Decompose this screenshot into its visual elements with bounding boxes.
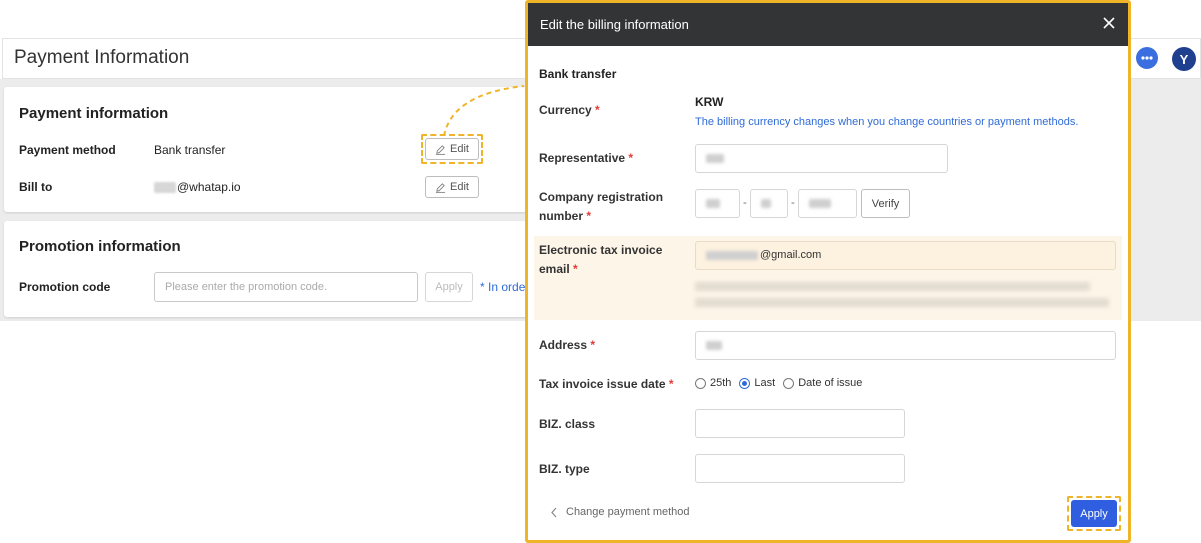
apply-button[interactable]: Apply <box>1071 500 1117 527</box>
promotion-apply-button[interactable]: Apply <box>425 272 473 302</box>
connector-curve <box>443 85 525 137</box>
bill-to-value: @whatap.io <box>154 180 241 194</box>
payment-page: Payment Information Y Payment informatio… <box>0 0 1201 543</box>
pencil-icon <box>435 144 446 155</box>
biz-class-label: BIZ. class <box>539 417 596 431</box>
email-help-text-redacted <box>695 282 1109 314</box>
redacted-text <box>706 250 758 260</box>
edit-bill-to-button[interactable]: Edit <box>425 176 479 198</box>
radio-circle-icon <box>695 377 706 389</box>
redacted-text <box>706 340 722 350</box>
payment-card-heading: Payment information <box>19 105 169 122</box>
reg-number-part-1[interactable] <box>695 189 740 218</box>
page-title: Payment Information <box>14 47 190 68</box>
currency-note: The billing currency changes when you ch… <box>695 116 1079 128</box>
reg-number-part-2[interactable] <box>750 189 788 218</box>
currency-value: KRW <box>695 95 724 109</box>
address-input[interactable] <box>695 331 1116 360</box>
chat-bubble-icon[interactable] <box>1136 47 1158 69</box>
reg-number-part-3[interactable] <box>798 189 857 218</box>
separator: - <box>791 197 795 209</box>
bill-to-email: @whatap.io <box>177 180 241 194</box>
edit-label: Edit <box>450 143 469 155</box>
payment-method-value: Bank transfer <box>154 143 226 157</box>
tax-invoice-email-input[interactable]: @gmail.com <box>695 241 1116 270</box>
currency-label: Currency * <box>539 103 600 117</box>
promotion-note: * In orde <box>480 280 526 294</box>
payment-method-label: Payment method <box>19 143 116 157</box>
section-title: Bank transfer <box>539 67 617 81</box>
representative-label: Representative * <box>539 151 634 165</box>
tax-invoice-email-label: Electronic tax invoice email * <box>539 243 663 276</box>
separator: - <box>743 197 747 209</box>
change-payment-method-link[interactable]: Change payment method <box>550 506 690 518</box>
biz-type-label: BIZ. type <box>539 462 590 476</box>
radio-25th[interactable]: 25th <box>695 377 731 389</box>
chevron-left-icon <box>551 507 557 517</box>
promotion-code-input[interactable]: Please enter the promotion code. <box>154 272 418 302</box>
edit-label: Edit <box>450 181 469 193</box>
bill-to-label: Bill to <box>19 180 53 194</box>
pencil-icon <box>435 182 446 193</box>
radio-circle-icon <box>783 377 795 389</box>
biz-class-input[interactable] <box>695 409 905 438</box>
promotion-information-card: Promotion information Promotion code Ple… <box>4 221 544 317</box>
radio-date-of-issue[interactable]: Date of issue <box>783 377 862 389</box>
representative-input[interactable] <box>695 144 948 173</box>
change-payment-method-label: Change payment method <box>566 506 690 518</box>
company-registration-label: Company registration number * <box>539 190 664 223</box>
edit-billing-modal: Edit the billing information Bank transf… <box>525 0 1131 543</box>
close-icon[interactable] <box>1102 16 1116 30</box>
edit-payment-method-button[interactable]: Edit <box>425 138 479 160</box>
biz-type-input[interactable] <box>695 454 905 483</box>
address-label: Address * <box>539 338 596 352</box>
issue-date-label: Tax invoice issue date * <box>539 377 674 391</box>
modal-title: Edit the billing information <box>540 17 689 32</box>
avatar-letter: Y <box>1179 51 1189 67</box>
issue-date-options: 25th Last Date of issue <box>695 377 864 389</box>
avatar[interactable]: Y <box>1172 47 1196 71</box>
modal-header: Edit the billing information <box>528 3 1128 46</box>
redacted-text <box>706 153 724 163</box>
promotion-code-label: Promotion code <box>19 280 111 294</box>
promotion-card-heading: Promotion information <box>19 238 181 255</box>
radio-last[interactable]: Last <box>739 377 775 389</box>
redacted-text <box>154 182 176 194</box>
radio-selected-icon <box>739 377 751 389</box>
verify-button[interactable]: Verify <box>861 189 910 218</box>
email-domain: @gmail.com <box>760 249 822 261</box>
